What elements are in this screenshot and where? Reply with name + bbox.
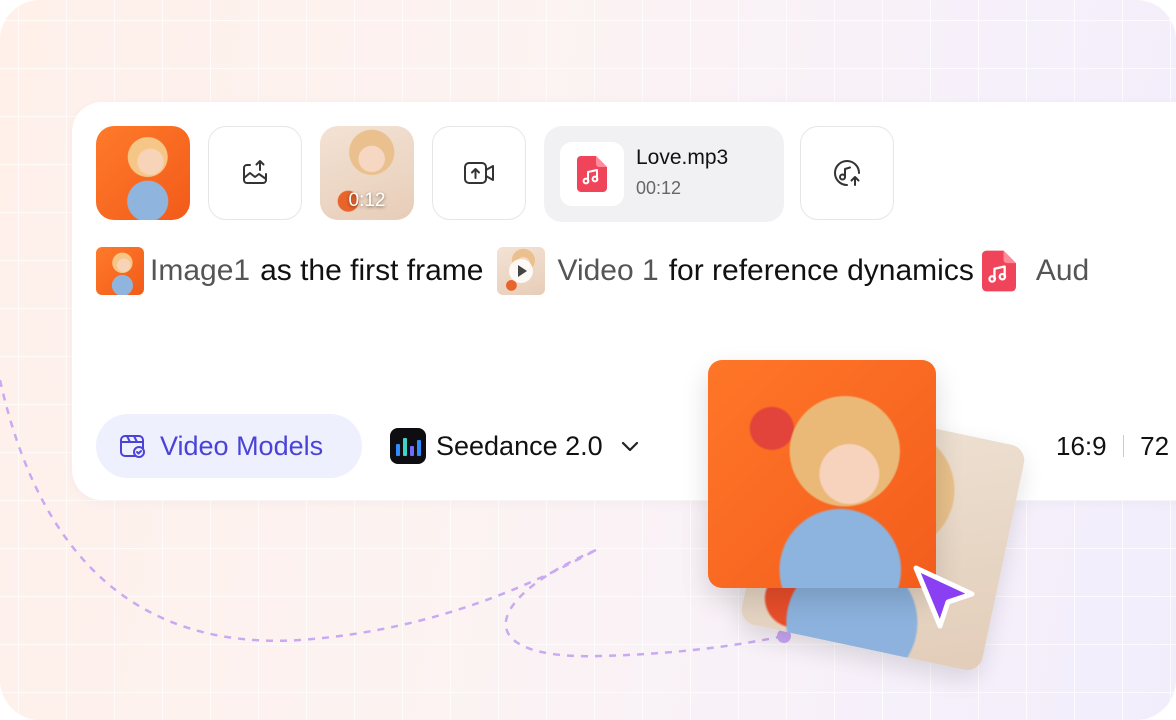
video-models-icon: [120, 435, 145, 458]
model-name: Seedance 2.0: [436, 430, 603, 461]
video-upload-button[interactable]: [432, 126, 526, 220]
app-canvas: 0:12 Love.mp3 00:12 Image1 as the first …: [0, 0, 1176, 720]
chevron-down-icon: [621, 441, 638, 452]
prompt-segment-2: for reference dynamics: [668, 254, 974, 287]
image-reference-label: Image1: [150, 254, 251, 287]
music-file-icon: [577, 156, 607, 192]
settings-divider: [1122, 435, 1125, 457]
resolution-value: 72: [1140, 430, 1170, 461]
video-thumbnail-duration: 0:12: [348, 190, 386, 211]
seedance-logo-icon: [390, 428, 426, 464]
image-upload-button[interactable]: [208, 126, 302, 220]
prompt-segment-1: as the first frame: [260, 254, 484, 287]
image-upload-icon: [243, 160, 267, 184]
model-selector[interactable]: Seedance 2.0: [390, 414, 643, 478]
video-models-label: Video Models: [160, 430, 324, 461]
audio-upload-icon: [834, 160, 860, 186]
audio-file-icon-box: [560, 142, 624, 206]
output-settings[interactable]: 16:9 72: [1056, 414, 1169, 478]
image-thumbnail[interactable]: [96, 126, 190, 220]
cursor-pointer-icon: [913, 565, 975, 629]
audio-file-name: Love.mp3: [636, 146, 729, 169]
music-file-icon: [981, 250, 1016, 292]
image-reference-chip-thumb: [96, 247, 144, 295]
audio-reference-label: Aud: [1035, 254, 1090, 287]
audio-file-duration: 00:12: [636, 178, 682, 198]
prompt-text[interactable]: Image1 as the first frame Video 1 for re…: [96, 246, 1176, 296]
video-models-button[interactable]: Video Models: [96, 414, 362, 478]
aspect-ratio-value: 16:9: [1056, 430, 1107, 461]
generated-frame-front: [708, 360, 936, 588]
play-icon: [509, 259, 534, 283]
video-reference-label: Video 1: [557, 254, 659, 287]
video-thumbnail[interactable]: 0:12: [320, 126, 414, 220]
audio-file-card[interactable]: Love.mp3 00:12: [544, 126, 784, 222]
video-upload-icon: [464, 162, 494, 184]
video-reference-chip-thumb: [497, 247, 546, 295]
audio-upload-button[interactable]: [800, 126, 894, 220]
